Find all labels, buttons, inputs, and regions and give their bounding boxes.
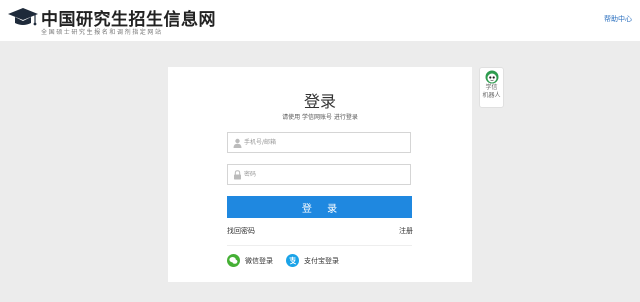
phone-email-input[interactable] xyxy=(244,136,404,149)
robot-label-line2: 机器人 xyxy=(482,92,501,99)
wechat-login-label: 微信登录 xyxy=(245,256,273,265)
user-icon xyxy=(233,138,242,148)
password-input[interactable] xyxy=(244,168,404,181)
wechat-login-button[interactable]: 微信登录 xyxy=(227,254,273,267)
login-card: 登录 请使用 学信网账号 进行登录 登 录 找回密码 注册 微信登录 xyxy=(168,67,472,282)
alipay-icon xyxy=(286,254,299,267)
forgot-password-link[interactable]: 找回密码 xyxy=(227,226,255,236)
register-link[interactable]: 注册 xyxy=(399,226,413,236)
help-center-link[interactable]: 帮助中心 xyxy=(604,14,632,24)
robot-icon xyxy=(485,70,498,84)
graduation-cap-icon xyxy=(8,8,38,26)
divider xyxy=(227,245,412,246)
alipay-login-label: 支付宝登录 xyxy=(304,256,339,265)
alipay-login-button[interactable]: 支付宝登录 xyxy=(286,254,339,267)
login-subtitle: 请使用 学信网账号 进行登录 xyxy=(282,114,358,121)
login-button[interactable]: 登 录 xyxy=(227,196,412,218)
wechat-icon xyxy=(227,254,240,267)
site-subtitle: 全国硕士研究生报名和调剂指定网站 xyxy=(41,29,163,36)
chat-robot-widget[interactable]: 学信 机器人 xyxy=(479,67,504,108)
password-field[interactable] xyxy=(227,164,411,185)
lock-icon xyxy=(234,170,241,180)
robot-label-line1: 学信 xyxy=(485,84,498,91)
site-header: 中国研究生招生信息网 全国硕士研究生报名和调剂指定网站 帮助中心 xyxy=(0,0,640,41)
phone-email-field[interactable] xyxy=(227,132,411,153)
login-title: 登录 xyxy=(303,92,336,111)
